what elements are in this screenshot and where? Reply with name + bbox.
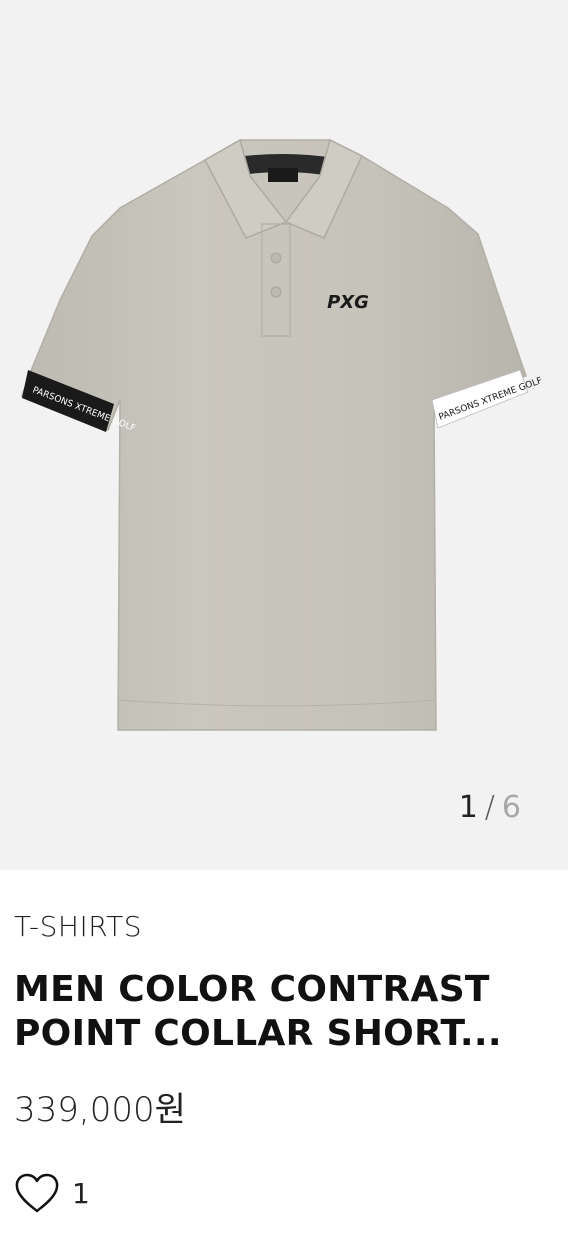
image-counter-total: 6 (501, 790, 522, 825)
like-section: 1 (14, 1172, 554, 1214)
product-image-gallery[interactable]: PARSONS XTREME GOLF PARSONS XTREME GOLF … (0, 0, 568, 870)
product-price: 339,000원 (14, 1090, 186, 1130)
like-count: 1 (72, 1176, 90, 1210)
image-counter-separator: / (484, 790, 496, 825)
image-counter: 1/6 (459, 790, 522, 825)
brand-logo: PXG (327, 292, 369, 313)
image-counter-current: 1 (458, 790, 479, 825)
product-category[interactable]: T-SHIRTS (14, 910, 554, 944)
product-info: T-SHIRTS MEN COLOR CONTRAST POINT COLLAR… (0, 910, 568, 1214)
product-title: MEN COLOR CONTRAST POINT COLLAR SHORT... (14, 969, 502, 1054)
heart-outline-icon[interactable] (14, 1172, 60, 1214)
product-detail-page: PARSONS XTREME GOLF PARSONS XTREME GOLF … (0, 0, 568, 1251)
product-image: PARSONS XTREME GOLF PARSONS XTREME GOLF … (21, 138, 544, 731)
